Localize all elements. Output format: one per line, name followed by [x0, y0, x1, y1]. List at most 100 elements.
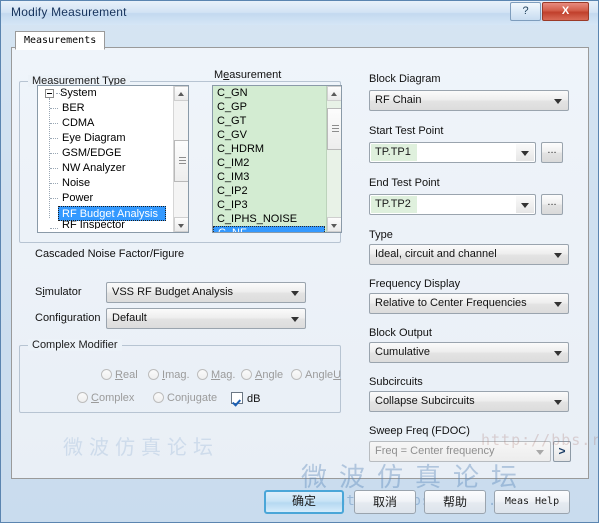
end-test-point-combo[interactable]: TP.TP2	[369, 194, 536, 215]
tree-item-eye-diagram[interactable]: Eye Diagram	[38, 131, 188, 146]
scrollbar-thumb[interactable]	[174, 140, 188, 182]
end-test-point-value[interactable]: TP.TP2	[371, 196, 417, 213]
meas-help-button[interactable]: Meas Help	[494, 490, 570, 514]
label-part: omplex	[98, 392, 135, 404]
simulator-label: Simulator	[35, 286, 81, 298]
checkbox-db[interactable]: dB	[231, 392, 260, 405]
checkbox-checked-icon	[231, 392, 243, 404]
sweep-freq-expand-button[interactable]: >	[553, 441, 571, 462]
list-item[interactable]: C_IP3	[213, 198, 341, 212]
start-test-point-value[interactable]: TP.TP1	[371, 144, 417, 161]
label-mnemonic: M	[211, 369, 221, 381]
tree-twig	[50, 198, 58, 200]
end-test-point-label: End Test Point	[369, 177, 440, 189]
label-mnemonic: U	[333, 369, 342, 381]
label-part: mulator	[44, 286, 82, 298]
scroll-up-icon[interactable]	[174, 86, 188, 101]
grip-icon	[179, 157, 186, 164]
tree-item-label: GSM/EDGE	[62, 147, 122, 159]
sweep-freq-label: Sweep Freq (FDOC)	[369, 425, 470, 437]
start-test-point-label: Start Test Point	[369, 125, 444, 137]
radio-mag[interactable]: Mag.	[197, 369, 235, 381]
tree-twig	[50, 108, 58, 110]
radio-indicator-icon	[101, 369, 112, 380]
dropdown-button[interactable]	[516, 144, 534, 161]
tree-item-gsm-edge[interactable]: GSM/EDGE	[38, 146, 188, 161]
measurement-type-tree[interactable]: System BER CDMA Eye Diagram GSM/EDGE NW …	[37, 85, 189, 233]
radio-complex[interactable]: Complex	[77, 392, 134, 404]
scroll-down-icon[interactable]	[174, 217, 188, 232]
list-item[interactable]: C_GV	[213, 128, 341, 142]
start-test-point-combo[interactable]: TP.TP1	[369, 142, 536, 163]
chevron-down-icon	[554, 99, 562, 104]
tree-vertical-scrollbar[interactable]	[173, 86, 188, 232]
measurement-list[interactable]: C_GN C_GP C_GT C_GV C_HDRM C_IM2 C_IM3 C…	[212, 85, 342, 233]
list-item[interactable]: C_IM2	[213, 156, 341, 170]
chevron-down-icon	[554, 302, 562, 307]
help-button[interactable]: 帮助	[424, 490, 486, 514]
type-combo[interactable]: Ideal, circuit and channel	[369, 244, 569, 265]
start-test-point-browse-button[interactable]: ...	[541, 142, 563, 163]
cancel-button[interactable]: 取消	[354, 490, 416, 514]
subcircuits-value: Collapse Subcircuits	[375, 395, 475, 407]
scroll-down-icon[interactable]	[327, 217, 341, 232]
configuration-combo[interactable]: Default	[106, 308, 306, 329]
scroll-up-icon[interactable]	[327, 86, 341, 101]
tree-item-rf-inspector[interactable]: RF Inspector	[38, 221, 188, 229]
radio-indicator-icon	[241, 369, 252, 380]
measurement-list-vertical-scrollbar[interactable]	[326, 86, 341, 232]
title-bar: Modify Measurement ? X	[1, 1, 598, 25]
label-part: eal	[122, 369, 138, 381]
block-output-combo[interactable]: Cumulative	[369, 342, 569, 363]
tree-item-rf-budget-analysis[interactable]: RF Budget Analysis	[58, 206, 166, 221]
tree-item-label: Noise	[62, 177, 91, 189]
frequency-display-combo[interactable]: Relative to Center Frequencies	[369, 293, 569, 314]
tree-item-power[interactable]: Power	[38, 191, 188, 206]
tab-measurements[interactable]: Measurements	[15, 31, 106, 50]
tree-item-system[interactable]: System	[38, 86, 188, 101]
sweep-freq-combo[interactable]: Freq = Center frequency	[369, 441, 551, 462]
list-item[interactable]: C_GN	[213, 86, 341, 100]
list-item[interactable]: C_IM3	[213, 170, 341, 184]
scrollbar-thumb[interactable]	[327, 108, 341, 150]
block-diagram-combo[interactable]: RF Chain	[369, 90, 569, 111]
radio-real[interactable]: Real	[101, 369, 138, 381]
tree-item-ber[interactable]: BER	[38, 101, 188, 116]
tree-item-label: NW Analyzer	[62, 162, 126, 174]
help-icon-button[interactable]: ?	[510, 2, 541, 21]
block-output-value: Cumulative	[375, 346, 431, 358]
tree-item-label: Power	[62, 192, 94, 204]
tree-twig	[50, 138, 58, 140]
list-item[interactable]: C_HDRM	[213, 142, 341, 156]
radio-conjugate[interactable]: Conjugate	[153, 392, 217, 404]
measurement-description: Cascaded Noise Factor/Figure	[35, 248, 185, 260]
chevron-down-icon	[554, 351, 562, 356]
end-test-point-browse-button[interactable]: ...	[541, 194, 563, 215]
simulator-combo[interactable]: VSS RF Budget Analysis	[106, 282, 306, 303]
subcircuits-combo[interactable]: Collapse Subcircuits	[369, 391, 569, 412]
chevron-down-icon	[291, 291, 299, 296]
measurement-list-label: Measurement	[214, 69, 281, 81]
collapse-icon[interactable]	[45, 89, 54, 98]
tree-item-cdma[interactable]: CDMA	[38, 116, 188, 131]
list-item[interactable]: C_GT	[213, 114, 341, 128]
radio-indicator-icon	[77, 392, 88, 403]
tree-item-nw-analyzer[interactable]: NW Analyzer	[38, 161, 188, 176]
label-part: Angle	[305, 369, 334, 381]
radio-angleu[interactable]: AngleU	[291, 369, 341, 381]
list-item-selected[interactable]: C_NF	[213, 226, 325, 232]
tree-item-noise[interactable]: Noise	[38, 176, 188, 191]
close-icon[interactable]: X	[542, 2, 589, 21]
radio-imag[interactable]: Imag.	[148, 369, 190, 381]
dropdown-button[interactable]	[516, 196, 534, 213]
list-item[interactable]: C_GP	[213, 100, 341, 114]
tree-item-label: Eye Diagram	[62, 132, 126, 144]
ok-button[interactable]: 确定	[264, 490, 344, 514]
list-item[interactable]: C_IP2	[213, 184, 341, 198]
radio-indicator-icon	[291, 369, 302, 380]
radio-angle[interactable]: Angle	[241, 369, 283, 381]
label-part: ngle	[262, 369, 284, 381]
block-diagram-label: Block Diagram	[369, 73, 441, 85]
list-item[interactable]: C_IPHS_NOISE	[213, 212, 341, 226]
label-mnemonic: R	[115, 369, 123, 381]
